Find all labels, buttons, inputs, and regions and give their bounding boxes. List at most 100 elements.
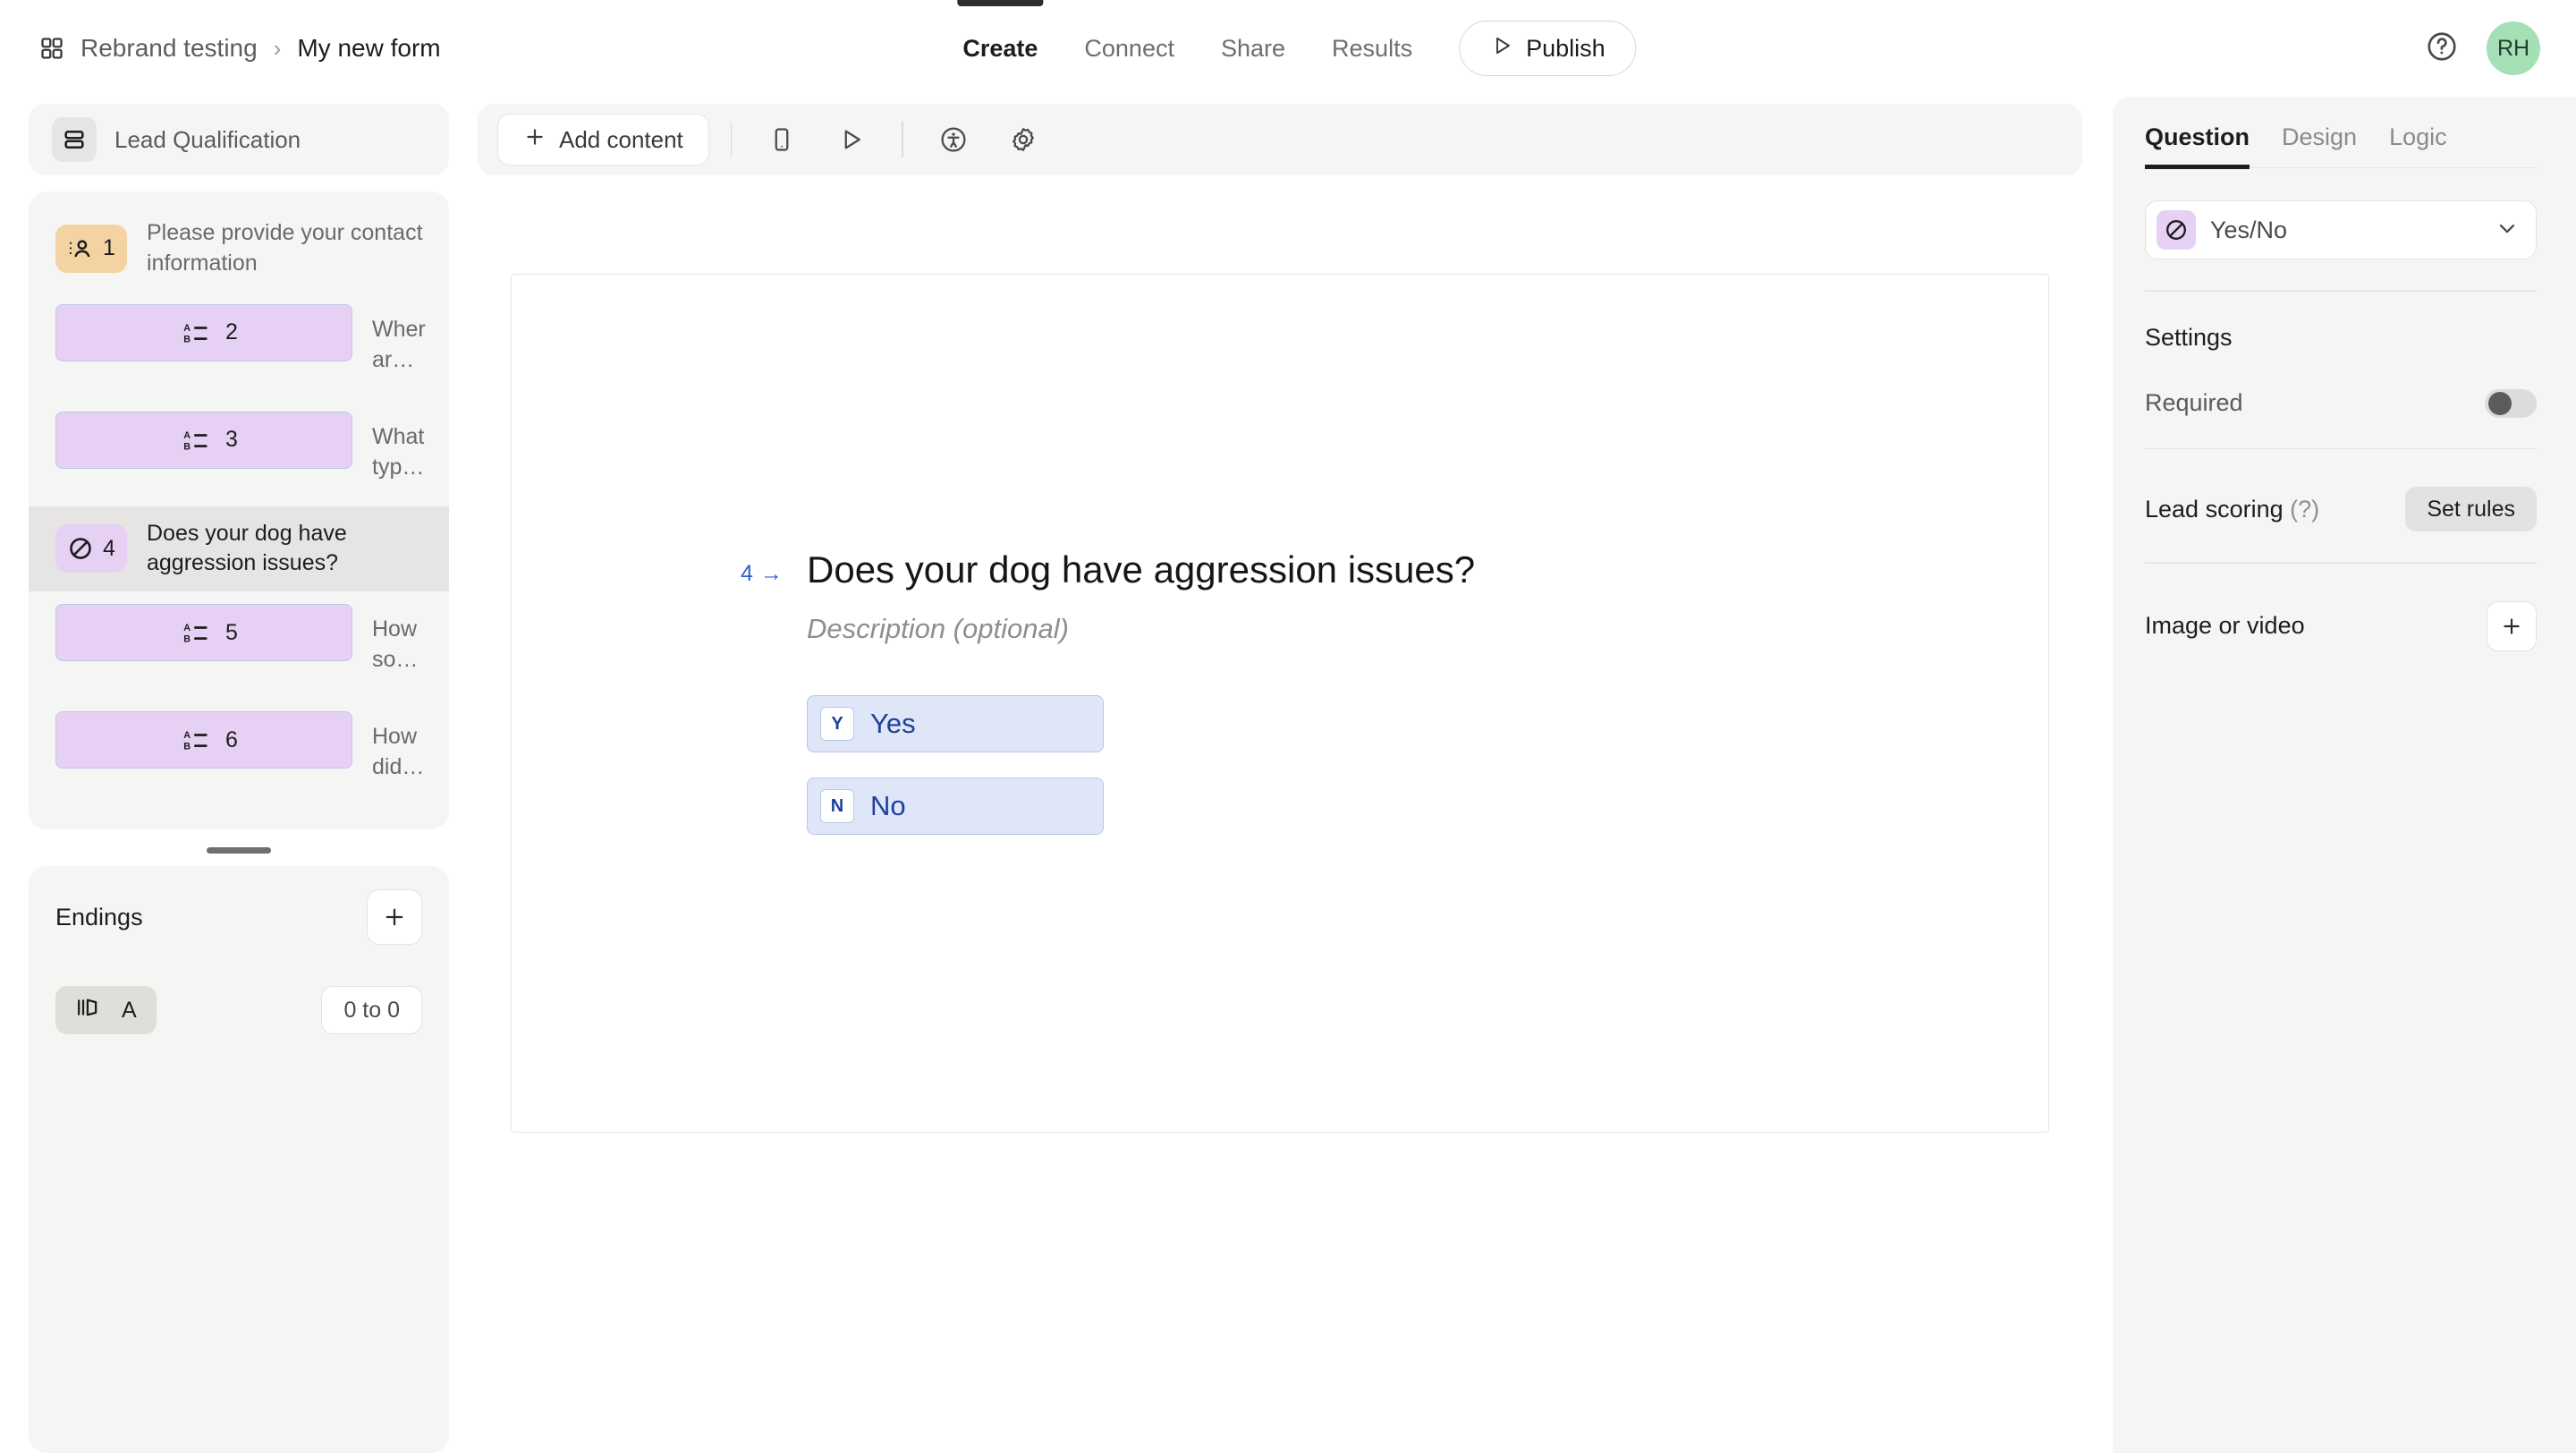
tab-create-label: Create xyxy=(962,34,1038,62)
question-label: What type of dog training sessions are..… xyxy=(372,423,425,480)
image-or-video-label: Image or video xyxy=(2145,612,2305,639)
question-number: 2 xyxy=(225,319,238,344)
svg-text:B: B xyxy=(183,441,191,452)
question-number: 3 xyxy=(225,427,238,452)
question-label: How did you hear about our dog trainin..… xyxy=(372,724,418,779)
yes-no-icon xyxy=(2157,210,2196,250)
choice-key-badge: Y xyxy=(820,707,854,742)
question-description-placeholder[interactable]: Description (optional) xyxy=(807,613,2048,645)
add-ending-button[interactable] xyxy=(367,889,422,945)
accessibility-icon[interactable] xyxy=(925,114,982,166)
question-number: 1 xyxy=(103,235,115,261)
ending-score-range[interactable]: 0 to 0 xyxy=(321,986,422,1034)
canvas-area: 4 → Does your dog have aggression issues… xyxy=(478,175,2082,1453)
required-label: Required xyxy=(2145,389,2243,416)
lead-scoring-row: Lead scoring (?) Set rules xyxy=(2145,487,2537,531)
top-bar: Rebrand testing › My new form Create Con… xyxy=(0,0,2576,97)
ending-range-label: 0 to 0 xyxy=(343,997,400,1023)
breadcrumb-form-title[interactable]: My new form xyxy=(297,34,440,63)
choice-option-no[interactable]: N No xyxy=(807,777,1104,836)
svg-text:B: B xyxy=(183,334,191,344)
publish-button[interactable]: Publish xyxy=(1459,21,1637,76)
question-list-item-5[interactable]: A B 5 How soon are you looking to start … xyxy=(29,591,449,699)
question-type-select[interactable]: Yes/No xyxy=(2145,200,2537,259)
chevron-down-icon xyxy=(2495,216,2520,245)
tab-design[interactable]: Design xyxy=(2282,123,2357,167)
tab-connect[interactable]: Connect xyxy=(1061,0,1198,97)
ending-letter: A xyxy=(122,997,137,1023)
avatar[interactable]: RH xyxy=(2487,21,2540,75)
set-rules-button[interactable]: Set rules xyxy=(2405,487,2537,531)
breadcrumb-workspace[interactable]: Rebrand testing xyxy=(80,34,258,63)
tab-question-label: Question xyxy=(2145,123,2250,150)
play-preview-icon[interactable] xyxy=(823,114,880,166)
settings-gear-icon[interactable] xyxy=(995,114,1052,166)
endings-panel: Endings A 0 to 0 xyxy=(29,866,449,1453)
toolbar-divider-1 xyxy=(730,122,733,157)
ending-badge[interactable]: A xyxy=(55,986,157,1034)
toolbar-divider-2 xyxy=(902,122,903,157)
tab-results-label: Results xyxy=(1332,34,1413,62)
ending-item-a: A 0 to 0 xyxy=(55,986,422,1034)
group-header-lead-qualification[interactable]: Lead Qualification xyxy=(29,104,449,175)
tab-design-label: Design xyxy=(2282,123,2358,150)
right-panel: Question Design Logic Yes/No Settings Re… xyxy=(2113,97,2576,1453)
question-list-item-3[interactable]: A B 3 What type of dog training sessions… xyxy=(29,399,449,506)
question-index: 4 → xyxy=(741,561,807,587)
question-list-item-2[interactable]: A B 2 Where are you located? xyxy=(29,292,449,399)
tab-share-label: Share xyxy=(1220,34,1286,62)
add-image-or-video-button[interactable] xyxy=(2487,600,2537,651)
question-number: 6 xyxy=(225,726,238,752)
required-toggle[interactable] xyxy=(2485,388,2537,418)
tab-share[interactable]: Share xyxy=(1198,0,1309,97)
lead-scoring-text: Lead scoring xyxy=(2145,495,2284,523)
tab-results[interactable]: Results xyxy=(1309,0,1436,97)
required-setting-row: Required xyxy=(2145,388,2537,418)
panel-drag-handle[interactable] xyxy=(207,847,271,854)
question-list: 1 Please provide your contact informatio… xyxy=(29,191,449,829)
tab-question[interactable]: Question xyxy=(2145,123,2250,169)
help-circle-icon[interactable] xyxy=(2426,30,2458,67)
contact-info-icon: 1 xyxy=(55,224,127,273)
choice-label: Yes xyxy=(870,708,916,740)
lead-scoring-help-hint[interactable]: (?) xyxy=(2290,496,2319,523)
breadcrumb: Rebrand testing › My new form xyxy=(39,34,441,63)
choice-label: No xyxy=(870,790,906,822)
tab-logic[interactable]: Logic xyxy=(2389,123,2447,167)
question-label: Does your dog have aggression issues? xyxy=(147,520,347,576)
left-sidebar: Lead Qualification 1 Please provide your… xyxy=(0,97,463,1453)
svg-text:A: A xyxy=(183,430,191,441)
svg-text:A: A xyxy=(183,323,191,334)
main-tabs: Create Connect Share Results Publish xyxy=(939,0,1637,97)
mobile-preview-icon[interactable] xyxy=(753,114,810,166)
panel-divider-3 xyxy=(2145,562,2537,564)
question-heading: 4 → Does your dog have aggression issues… xyxy=(741,547,2048,594)
question-label: How soon are you looking to start the... xyxy=(372,616,421,672)
question-card: 4 → Does your dog have aggression issues… xyxy=(511,274,2049,1133)
multiple-choice-icon: A B 2 xyxy=(55,303,352,361)
layout-rows-icon xyxy=(52,117,97,162)
question-list-item-4[interactable]: 4 Does your dog have aggression issues? xyxy=(29,506,449,591)
question-list-item-1[interactable]: 1 Please provide your contact informatio… xyxy=(29,206,449,292)
add-content-label: Add content xyxy=(559,125,683,153)
tab-create[interactable]: Create xyxy=(939,0,1061,97)
question-index-number: 4 xyxy=(741,560,753,586)
question-title[interactable]: Does your dog have aggression issues? xyxy=(807,547,1475,594)
publish-label: Publish xyxy=(1526,34,1606,62)
choice-option-yes[interactable]: Y Yes xyxy=(807,695,1104,753)
group-title: Lead Qualification xyxy=(114,125,301,153)
panel-divider-1 xyxy=(2145,290,2537,292)
endings-header: Endings xyxy=(55,889,422,945)
question-number: 4 xyxy=(103,535,115,561)
grid-icon[interactable] xyxy=(39,36,64,61)
question-list-item-6[interactable]: A B 6 How did you hear about our dog tra… xyxy=(29,699,449,806)
arrow-right-icon: → xyxy=(759,560,783,586)
play-icon xyxy=(1490,34,1513,64)
add-content-button[interactable]: Add content xyxy=(497,114,709,166)
svg-text:B: B xyxy=(183,742,191,752)
endings-title: Endings xyxy=(55,903,143,930)
svg-text:B: B xyxy=(183,634,191,645)
workspace: Lead Qualification 1 Please provide your… xyxy=(0,97,2576,1453)
breadcrumb-separator: › xyxy=(273,34,282,62)
settings-section-title: Settings xyxy=(2145,323,2233,351)
